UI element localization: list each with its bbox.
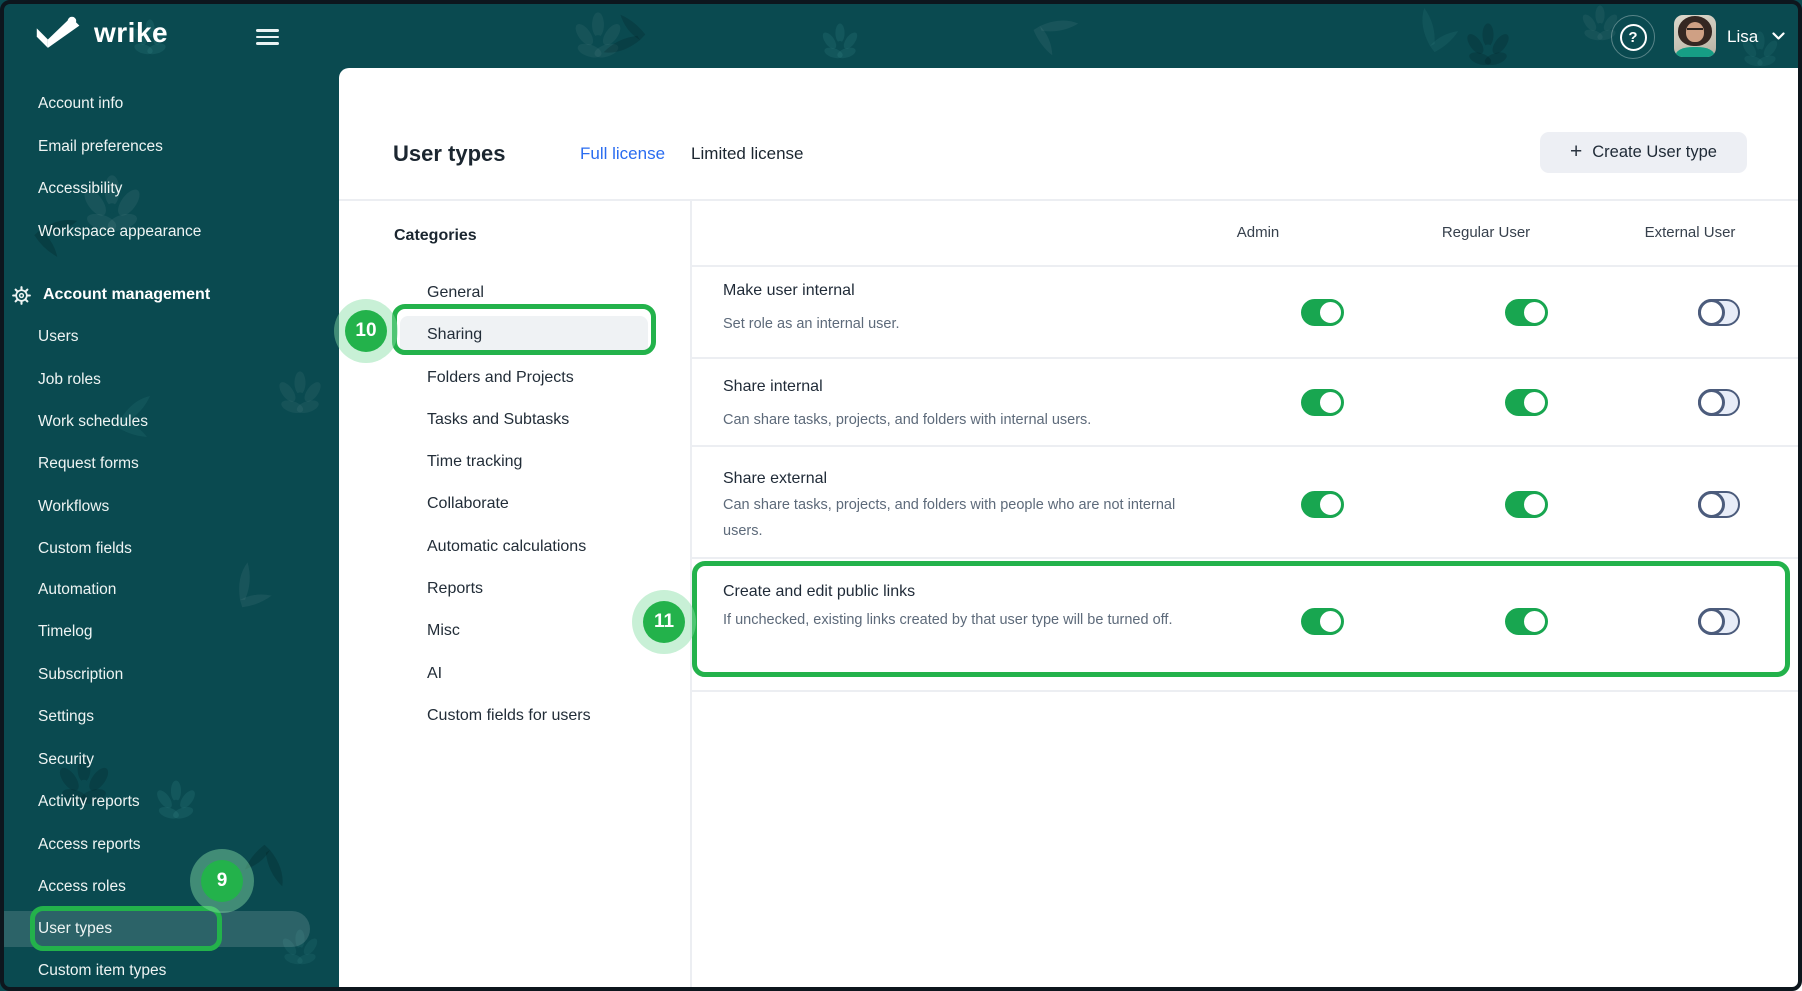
sidebar-item-workflows[interactable]: Workflows (38, 492, 109, 522)
sidebar-item-email-preferences[interactable]: Email preferences (38, 132, 163, 162)
user-menu-name[interactable]: Lisa (1727, 26, 1758, 48)
sidebar-item-account-info[interactable]: Account info (38, 89, 123, 119)
category-tasks-and-subtasks[interactable]: Tasks and Subtasks (427, 405, 569, 435)
tab-limited-license[interactable]: Limited license (691, 142, 803, 165)
sidebar-item-workspace-appearance[interactable]: Workspace appearance (38, 217, 201, 247)
hamburger-menu-icon[interactable] (256, 29, 279, 45)
wrike-logo[interactable]: wrike (34, 16, 168, 50)
toggle-share-internal-external[interactable] (1698, 389, 1740, 416)
toggle-make-user-internal-external[interactable] (1698, 299, 1740, 326)
create-user-type-button[interactable]: + Create User type (1540, 132, 1747, 173)
row-title-share-internal: Share internal (723, 378, 823, 395)
annotation-badge-9: 9 (201, 860, 243, 902)
row-description: Can share tasks, projects, and folders w… (723, 497, 1176, 539)
category-sharing[interactable]: Sharing (427, 320, 482, 350)
header-divider (339, 199, 1802, 201)
sidebar-section-account-management[interactable]: Account management (43, 280, 210, 310)
chevron-down-icon[interactable] (1772, 32, 1785, 41)
row-divider (690, 357, 1802, 359)
column-admin: Admin (1236, 224, 1280, 241)
page-title: User types (393, 141, 506, 166)
row-description: If unchecked, existing links created by … (723, 612, 1173, 628)
table-header-divider (690, 265, 1802, 267)
category-time-tracking[interactable]: Time tracking (427, 447, 522, 477)
row-divider (690, 557, 1802, 559)
wrike-logo-text: wrike (94, 17, 169, 48)
sidebar-item-accessibility[interactable]: Accessibility (38, 174, 122, 204)
toggle-share-external-external[interactable] (1698, 491, 1740, 518)
plus-icon: + (1570, 139, 1583, 163)
sidebar-item-request-forms[interactable]: Request forms (38, 449, 139, 479)
badge-9-halo (190, 849, 254, 913)
sidebar-item-activity-reports[interactable]: Activity reports (38, 787, 140, 817)
sidebar-item-access-roles[interactable]: Access roles (38, 872, 126, 902)
row-divider (690, 690, 1802, 692)
sidebar-item-security[interactable]: Security (38, 745, 94, 775)
category-general[interactable]: General (427, 278, 484, 308)
question-icon: ? (1619, 23, 1647, 51)
sidebar-item-work-schedules[interactable]: Work schedules (38, 407, 148, 437)
category-reports[interactable]: Reports (427, 574, 483, 604)
sidebar-item-custom-fields[interactable]: Custom fields (38, 534, 132, 564)
categories-title: Categories (394, 227, 477, 244)
row-description: Can share tasks, projects, and folders w… (723, 412, 1092, 428)
create-user-type-label: Create User type (1592, 143, 1717, 161)
row-title-make-user-internal: Make user internal (723, 282, 855, 299)
sidebar-item-users[interactable]: Users (38, 322, 78, 352)
category-custom-fields-for-users[interactable]: Custom fields for users (427, 701, 591, 731)
sidebar-item-automation[interactable]: Automation (38, 575, 116, 605)
help-button[interactable]: ? (1611, 15, 1655, 59)
column-external-user: External User (1644, 224, 1736, 241)
gear-icon (12, 286, 31, 305)
category-ai[interactable]: AI (427, 659, 442, 689)
toggle-share-external-regular[interactable] (1505, 491, 1548, 518)
category-automatic-calculations[interactable]: Automatic calculations (427, 532, 586, 562)
sidebar-item-custom-item-types[interactable]: Custom item types (38, 956, 166, 986)
toggle-share-internal-admin[interactable] (1301, 389, 1344, 416)
sidebar-item-timelog[interactable]: Timelog (38, 617, 93, 647)
sidebar-item-subscription[interactable]: Subscription (38, 660, 123, 690)
categories-divider (690, 200, 692, 987)
category-collaborate[interactable]: Collaborate (427, 489, 509, 519)
toggle-share-internal-regular[interactable] (1505, 389, 1548, 416)
category-folders-and-projects[interactable]: Folders and Projects (427, 363, 574, 393)
sidebar-item-access-reports[interactable]: Access reports (38, 830, 141, 860)
category-misc[interactable]: Misc (427, 616, 460, 646)
toggle-public-links-admin[interactable] (1301, 608, 1344, 635)
wrike-logo-icon (36, 16, 80, 48)
column-regular-user: Regular User (1441, 224, 1531, 241)
sidebar-item-job-roles[interactable]: Job roles (38, 365, 101, 395)
avatar[interactable] (1674, 15, 1716, 57)
row-title-create-and-edit-public-links: Create and edit public links (723, 583, 916, 600)
toggle-public-links-external[interactable] (1698, 608, 1740, 635)
sidebar-item-settings[interactable]: Settings (38, 702, 94, 732)
row-description: Set role as an internal user. (723, 316, 900, 332)
tab-full-license[interactable]: Full license (580, 142, 665, 165)
license-tabs: Full license Limited license (580, 142, 804, 165)
toggle-make-user-internal-regular[interactable] (1505, 299, 1548, 326)
app-window: wrike ? Lisa Account info Email preferen… (0, 0, 1802, 991)
toggle-public-links-regular[interactable] (1505, 608, 1548, 635)
row-title-share-external: Share external (723, 470, 828, 487)
sidebar-item-user-types[interactable]: User types (38, 914, 112, 944)
toggle-share-external-admin[interactable] (1301, 491, 1344, 518)
row-divider (690, 445, 1802, 447)
toggle-make-user-internal-admin[interactable] (1301, 299, 1344, 326)
